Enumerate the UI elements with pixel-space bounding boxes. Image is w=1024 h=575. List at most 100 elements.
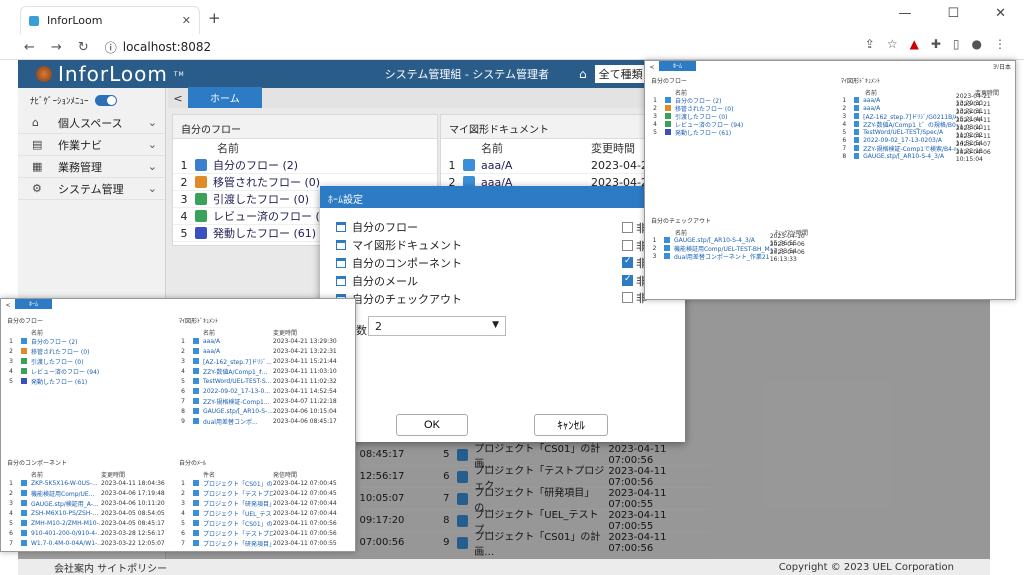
shot-row: 8 GAUGE.stp/[_AR10-S-4_3/A 2023-04-06 10:1… [835,149,1015,163]
shot-link: ZSH-M6X10-PS/ZSH-... [31,509,99,517]
shot-tabbar: < ﾎｰﾑ [1,299,355,309]
new-tab-button[interactable]: + [208,9,221,27]
shot-link: プロジェクト「研発項目」の... [203,500,273,508]
reload-icon[interactable]: ↻ [78,40,89,55]
pdf-icon[interactable]: ▲ [910,37,919,51]
hide-checkbox[interactable] [622,240,633,251]
shot-link: dual用差替コンポーネント_作業21hn-001-002-003(Design… [673,253,770,261]
shot-row: 5 発動したフロー (61) [645,128,831,137]
close-window-button[interactable]: ✕ [995,6,1006,21]
shot-row: 2プロジェクト「テストプロジェク...2023-04-12 07:00:45 [181,489,337,498]
shot-link: ZZY-数値A/Comp1_ﾋ゛の規格/B03/A [863,121,956,129]
shot-link: 移管されたフロー (0) [31,348,90,356]
shot-panel-title: ﾏｲ図形ﾄﾞｷｭﾒﾝﾄ [841,78,881,85]
shot-row: 4 ZZY-数値A/Comp1_ｵ... 2023-04-11 11:03:10 [181,367,337,376]
tab-home[interactable]: ホーム [188,87,262,108]
sidebar-item-personal[interactable]: ⌂ 個人スペース ⌄ [18,112,165,134]
shot-col-name: 名前 [675,230,688,237]
shot-link: プロジェクト「テストプロジェク... [203,530,273,538]
shot-link: GAUGE.stp/検証用_A-... [31,500,99,508]
logo-text: InforLoom [58,62,168,86]
company-label: システム管理組 - システム管理者 [384,68,549,81]
hide-checkbox[interactable] [622,274,633,286]
sidebar-item-business[interactable]: ▦ 業務管理 ⌄ [18,156,165,178]
star-icon[interactable]: ☆ [887,37,898,51]
shot-link: 発動したフロー (61) [675,129,732,137]
shot-panel-title: 自分のチェックアウト [651,218,712,225]
count-select[interactable]: 2 ▼ [368,316,506,336]
sidebar-item-worknavi[interactable]: ▤ 作業ナビ ⌄ [18,134,165,156]
shot-row: 4プロジェクト「UEL_テストプ...2023-04-12 07:00:44 [181,509,337,518]
extensions-icon[interactable]: ✚ [931,37,941,51]
browser-chrome: InforLoom ✕ + — ☐ ✕ ← → ↻ ⓘ localhost:80… [0,0,1024,60]
flow-icon [195,210,207,222]
menu-icon[interactable]: ⋮ [994,37,1006,51]
sidepanel-icon[interactable]: ▯ [953,37,960,51]
nav-menu-toggle[interactable] [94,94,117,106]
shot-col-sent: 発信時間 [273,472,298,479]
minimize-button[interactable]: — [898,6,911,21]
browser-tab[interactable]: InforLoom ✕ [20,6,200,34]
shot-time: 2023-03-28 12:56:17 [101,529,165,537]
flow-link[interactable]: 自分のフロー (2) [213,157,298,173]
col-name: 名前 [481,142,503,155]
shot-tabbar: < ﾎｰﾑ ﾖﾘ日本 [645,61,1015,71]
shot-row: 1プロジェクト「CS01」の計画...2023-04-12 07:00:45 [181,479,337,488]
flow-icon [195,227,207,239]
flow-link[interactable]: 移管されたフロー (0) [213,174,320,190]
hide-checkbox[interactable] [622,256,633,268]
tab-back-button[interactable]: < [168,92,188,105]
shot-col-name: 名前 [31,330,44,337]
forward-arrow-icon[interactable]: → [51,40,62,55]
row-number: 1 [180,158,188,172]
hide-checkbox[interactable] [622,222,633,233]
sidebar-item-label: 作業ナビ [58,138,102,152]
cancel-button[interactable]: ｷｬﾝｾﾙ [534,414,608,436]
shot-link: dual用差替コンポ... [203,418,258,426]
flow-link[interactable]: 引渡したフロー (0) [213,191,309,207]
home-icon[interactable]: ⌂ [579,67,587,81]
share-icon[interactable]: ⇪ [865,37,875,51]
shot-time: 2023-04-06 10:15:04 [955,149,991,163]
grid-icon: ▦ [32,160,43,173]
shot-time: 2023-04-11 07:00:56 [273,519,337,527]
preview-shot-right: < ﾎｰﾑ ﾖﾘ日本 自分のフロー 名前 1 自分のフロー (2) 2 移管されたフロー… [644,60,1016,300]
shot-time: 2023-04-11 15:21:44 [273,357,337,365]
shot-checkout-panel: 自分のチェックアウト 名前 ﾁｪｯｸｱｳﾄ時間 1 GAUGE.stp/[_AR10… [645,213,831,263]
profile-icon[interactable]: ● [972,37,982,51]
shot-col-header: 名前 [1,328,171,337]
shot-link: aaa/A [863,104,881,112]
shot-link: aaa/A [203,337,221,345]
list-item[interactable]: 1 aaa/A 2023-04-2 [441,157,649,174]
doc-link[interactable]: aaa/A [481,159,591,172]
info-icon[interactable]: ⓘ [105,39,117,56]
row-number: 1 [448,158,456,172]
footer-links[interactable]: 会社案内 サイトポリシー [54,560,167,575]
list-item[interactable]: 1 自分のフロー (2) [173,157,437,174]
shot-time: 2023-04-06 10:11:20 [101,499,165,507]
shot-link: ZKP-5K5X16-W-0US-... [31,479,98,487]
shot-time: 2023-04-11 07:00:56 [273,529,337,537]
shot-link: 発動したフロー (61) [31,378,88,386]
address-bar[interactable]: ⓘ localhost:8082 [105,39,211,56]
shot-link: プロジェクト「UEL_テストプ... [203,510,273,518]
hide-checkbox[interactable] [622,292,633,303]
shot-link: プロジェクト「CS01」の計画... [203,480,273,488]
flow-link[interactable]: 発動したフロー (61) [213,225,316,241]
sidebar-item-system[interactable]: ⚙ システム管理 ⌄ [18,178,165,200]
close-tab-icon[interactable]: ✕ [182,14,191,27]
shot-time: 2023-04-12 07:00:44 [273,509,337,517]
flow-icon [195,193,207,205]
favicon-icon [29,15,39,26]
shot-row: 6 2022-09-02_17-13-0... 2023-04-11 14:52:5… [181,387,337,395]
chevron-down-icon: ⌄ [147,138,157,151]
option-label: マイ図形ドキュメント [352,239,462,252]
back-arrow-icon[interactable]: ← [24,40,35,55]
option-label: 自分のフロー [352,221,418,234]
shot-row: 3dual用差替コンポーネント_作業21hn-001-002-003(Desig… [645,249,831,263]
maximize-button[interactable]: ☐ [947,6,959,21]
chevron-down-icon: ⌄ [147,160,157,173]
shot-time: 2023-04-06 08:45:17 [273,417,337,425]
sidebar-item-label: 個人スペース [58,116,123,130]
ok-button[interactable]: OK [396,414,468,436]
